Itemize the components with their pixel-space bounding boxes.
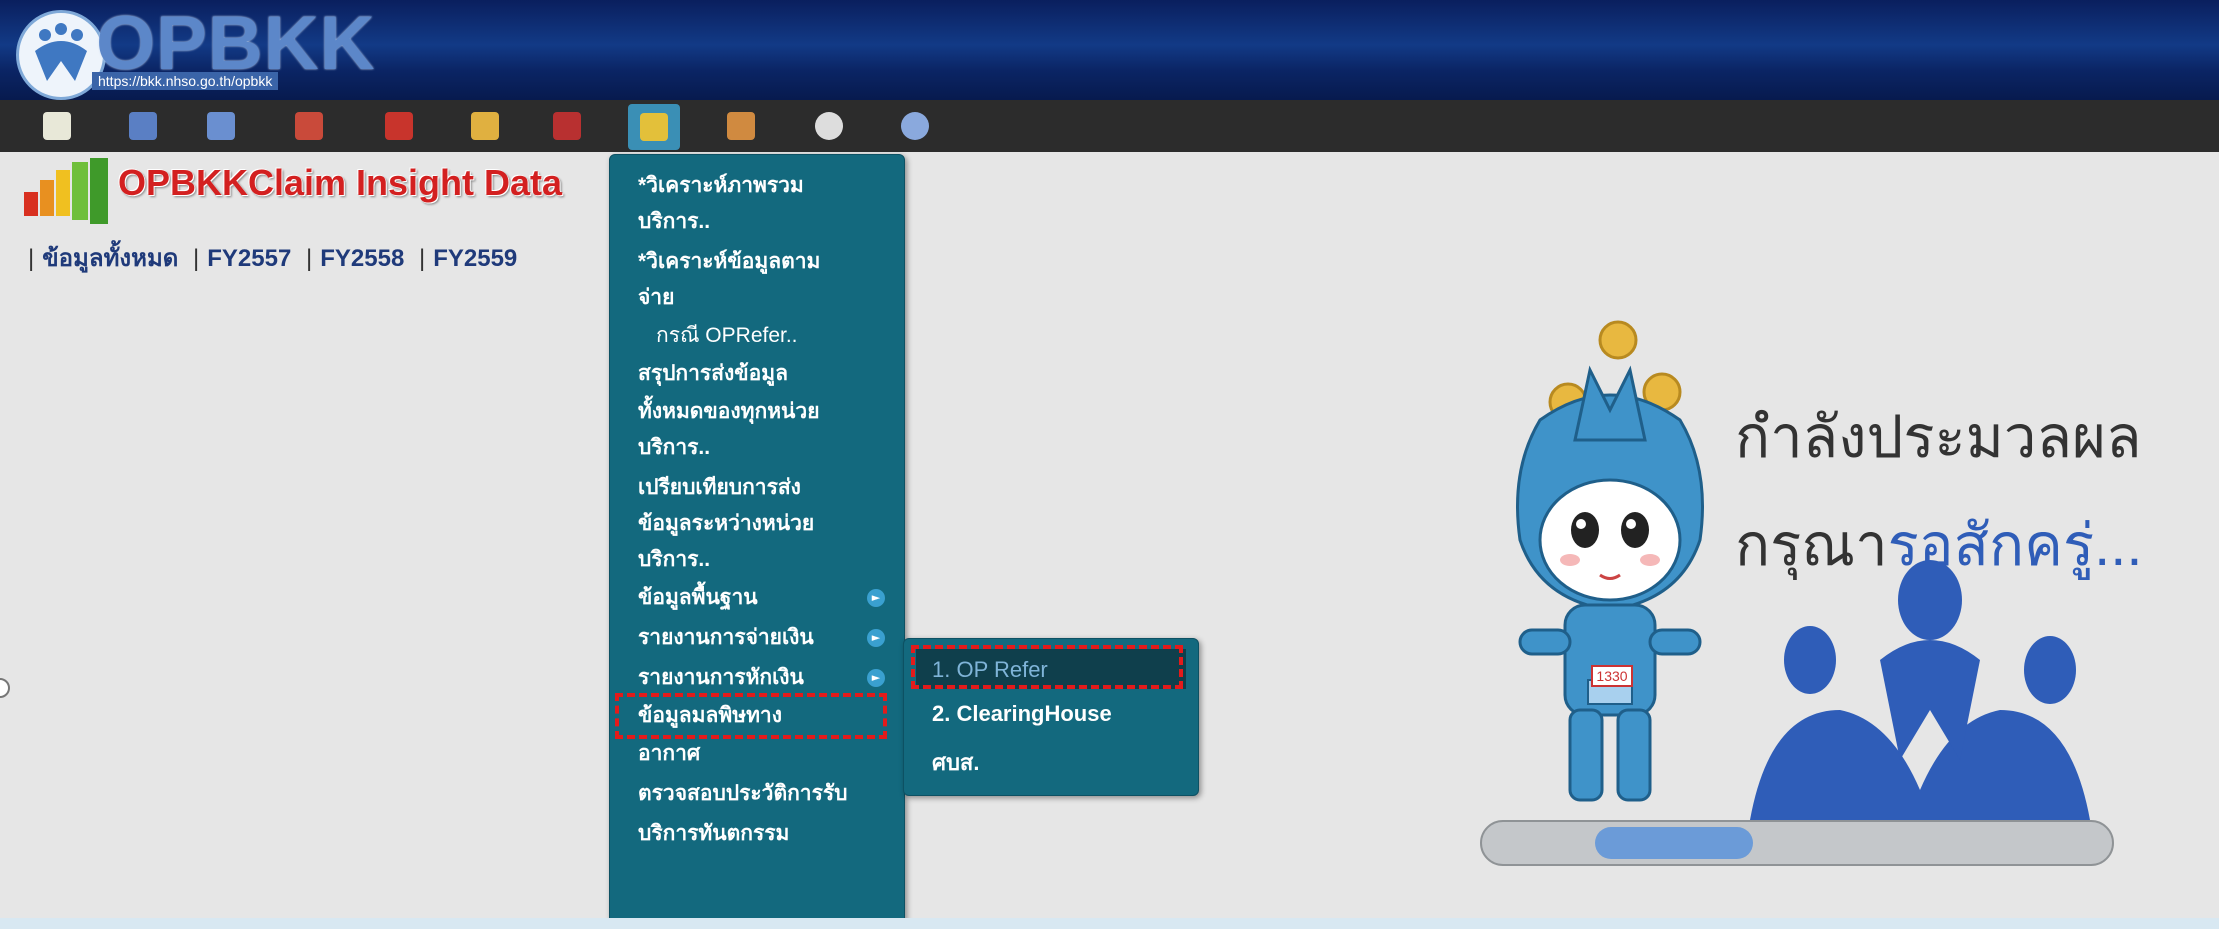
header-banner: OPBKK https://bkk.nhso.go.th/opbkk: [0, 0, 2219, 100]
menu-item-basic-data[interactable]: ข้อมูลพื้นฐาน: [638, 579, 758, 617]
menu-item-payment-analysis-cont[interactable]: จ่าย: [638, 279, 674, 317]
submenu-arrow-icon: ►: [867, 589, 885, 607]
users-icon-glyph: [727, 112, 755, 140]
menu-item-submission-summary-cont[interactable]: ทั้งหมดของทุกหน่วย: [638, 393, 820, 431]
please-wait-highlight: รอสักครู่...: [1887, 513, 2143, 578]
fy-nav-2558[interactable]: FY2558: [320, 245, 404, 272]
submenu-arrow-icon: ►: [867, 669, 885, 687]
power-icon-glyph: [901, 112, 929, 140]
main-toolbar: [0, 100, 2219, 152]
menu-item-dental-history[interactable]: ตรวจสอบประวัติการรับ: [638, 775, 848, 813]
menu-item-compare-cont[interactable]: ข้อมูลระหว่างหน่วย: [638, 505, 814, 543]
menu-item-dental-history-cont[interactable]: บริการทันตกรรม: [638, 815, 789, 853]
insight-bar-logo-icon: [24, 158, 114, 232]
mascot-badge: 1330: [1596, 668, 1627, 684]
magnifier-icon-glyph: [385, 112, 413, 140]
chart-icon[interactable]: [38, 107, 76, 145]
please-wait-prefix: กรุณา: [1735, 513, 1888, 578]
highlight-box-op-refer: [911, 645, 1183, 689]
bottom-strip: [0, 918, 2219, 929]
star-icon[interactable]: [466, 107, 504, 145]
please-wait-text: กรุณารอสักครู่...: [1735, 498, 2142, 591]
document-icon-glyph: [129, 112, 157, 140]
report-icon[interactable]: [628, 104, 680, 150]
document-icon[interactable]: [124, 107, 162, 145]
people-logo-illustration: [1750, 560, 2090, 820]
search-icon[interactable]: [202, 107, 240, 145]
submenu-item-clearinghouse[interactable]: 2. ClearingHouse: [932, 701, 1112, 727]
resize-handle[interactable]: [0, 678, 10, 698]
gear-icon-glyph: [815, 112, 843, 140]
page-title: OPBKKClaim Insight Data: [118, 162, 563, 203]
menu-item-overview[interactable]: *วิเคราะห์ภาพรวม: [638, 167, 804, 205]
gear-icon[interactable]: [810, 107, 848, 145]
highlight-box-deduction: [615, 693, 887, 739]
menu-item-deduction-report[interactable]: รายงานการหักเงิน: [638, 659, 804, 697]
box-icon[interactable]: [548, 107, 586, 145]
logo-url[interactable]: https://bkk.nhso.go.th/opbkk: [92, 72, 279, 90]
menu-item-submission-summary-end[interactable]: บริการ..: [638, 429, 710, 467]
book-icon-glyph: [295, 112, 323, 140]
fy-nav-2559[interactable]: FY2559: [433, 245, 517, 272]
star-icon-glyph: [471, 112, 499, 140]
menu-item-payment-report[interactable]: รายงานการจ่ายเงิน: [638, 619, 814, 657]
report-icon-glyph: [640, 113, 668, 141]
menu-item-compare-end[interactable]: บริการ..: [638, 541, 710, 579]
menu-item-oprefer[interactable]: กรณี OPRefer..: [656, 317, 798, 355]
report-dropdown-menu: *วิเคราะห์ภาพรวม บริการ.. *วิเคราะห์ข้อม…: [609, 154, 905, 924]
loading-progress-bar: [1480, 820, 2114, 866]
loading-progress-fill: [1595, 827, 1753, 859]
menu-item-submission-summary[interactable]: สรุปการส่งข้อมูล: [638, 355, 788, 393]
menu-item-payment-analysis[interactable]: *วิเคราะห์ข้อมูลตาม: [638, 243, 820, 281]
fiscal-year-nav: | ข้อมูลทั้งหมด | FY2557 | FY2558 | FY2559: [28, 245, 518, 272]
book-icon[interactable]: [290, 107, 328, 145]
chart-icon-glyph: [43, 112, 71, 140]
submenu-item-sbs[interactable]: ศบส.: [932, 745, 979, 780]
power-icon[interactable]: [896, 107, 934, 145]
magnifier-icon[interactable]: [380, 107, 418, 145]
menu-item-overview-cont[interactable]: บริการ..: [638, 203, 710, 241]
mascot-illustration: 1330: [1516, 320, 1704, 802]
fy-nav-2557[interactable]: FY2557: [207, 245, 291, 272]
users-icon[interactable]: [722, 107, 760, 145]
search-icon-glyph: [207, 112, 235, 140]
fy-nav-all[interactable]: ข้อมูลทั้งหมด: [42, 245, 178, 272]
box-icon-glyph: [553, 112, 581, 140]
processing-text: กำลังประมวลผล: [1735, 405, 2142, 470]
menu-item-air-pollution-cont[interactable]: อากาศ: [638, 735, 700, 773]
menu-item-compare[interactable]: เปรียบเทียบการส่ง: [638, 469, 801, 507]
submenu-arrow-icon: ►: [867, 629, 885, 647]
